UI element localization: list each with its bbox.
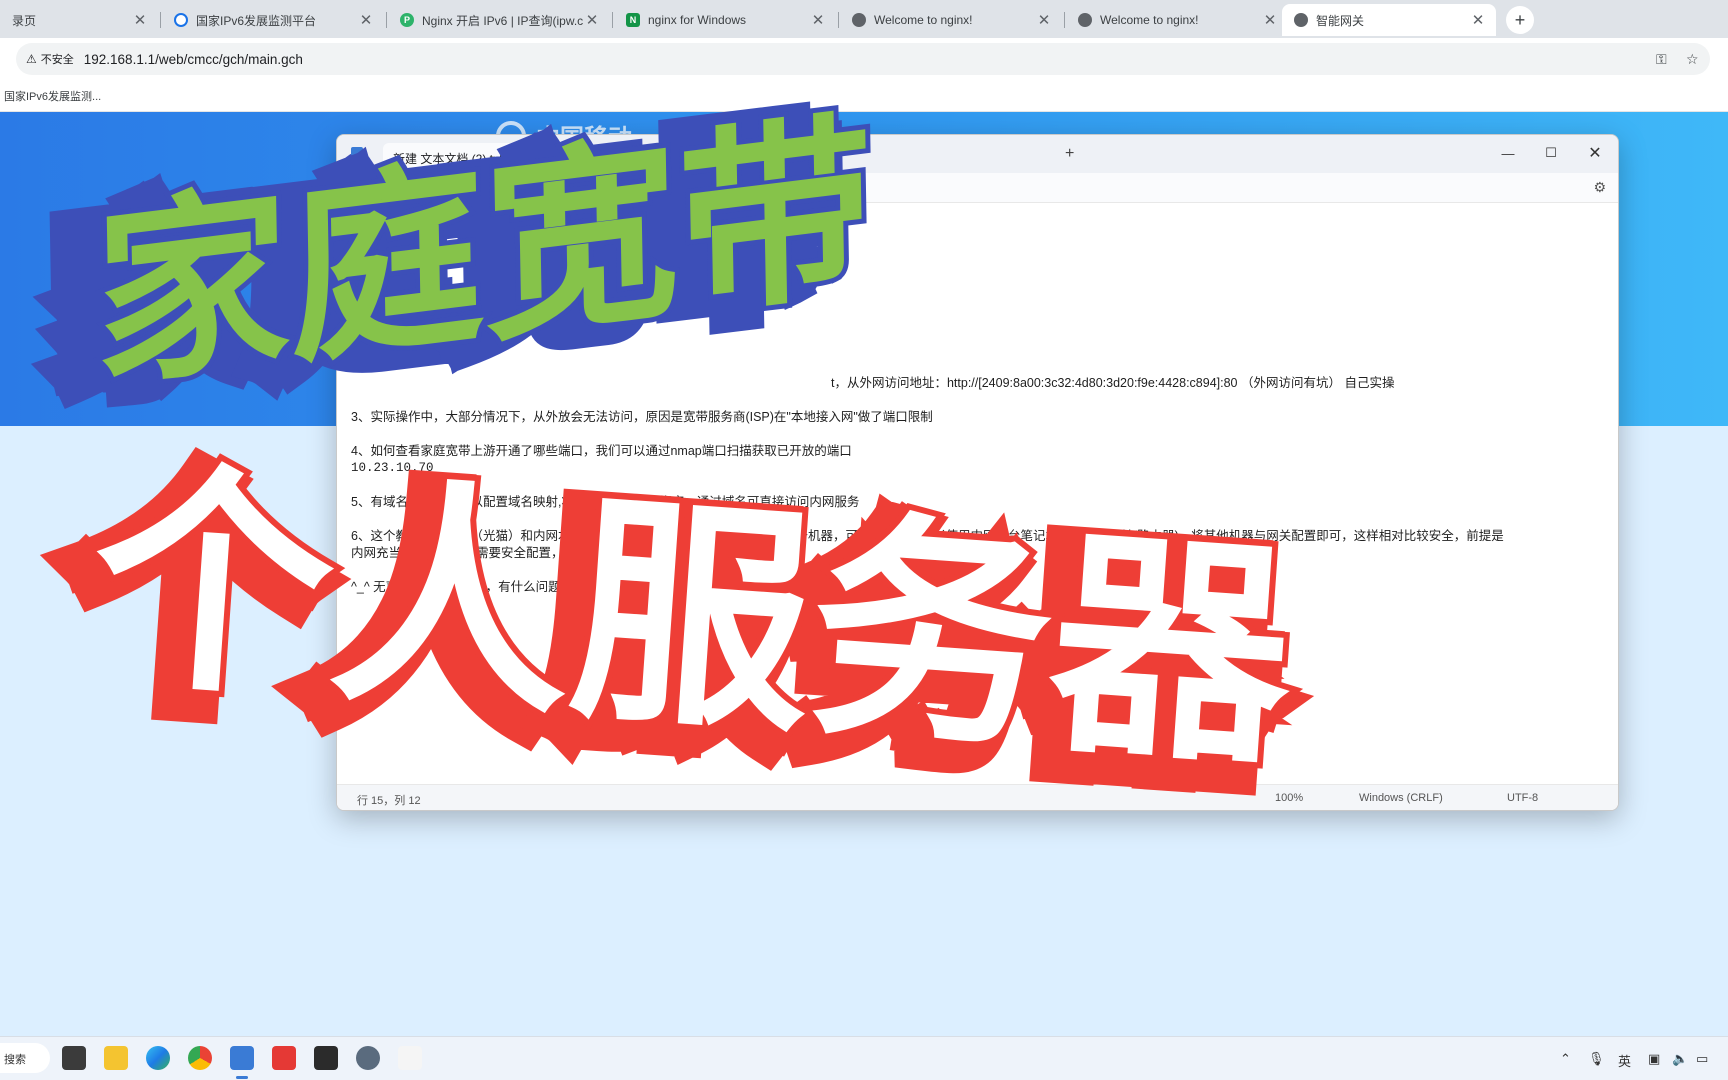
notepad-icon[interactable] — [230, 1046, 254, 1079]
tab-title: Welcome to nginx! — [874, 13, 973, 27]
browser-tab-7[interactable]: 智能网关 ✕ — [1282, 4, 1496, 36]
close-icon[interactable]: ✕ — [1262, 11, 1278, 29]
close-icon[interactable]: ✕ — [584, 11, 600, 29]
wps-icon[interactable] — [272, 1046, 296, 1070]
close-icon[interactable]: ✕ — [358, 11, 374, 29]
browser-tab-bar: 录页 ✕ 国家IPv6发展监测平台 ✕ P Nginx 开启 IPv6 | IP… — [0, 0, 1728, 38]
key-icon[interactable]: ⚿ — [1656, 51, 1667, 68]
browser-tab-5[interactable]: Welcome to nginx! ✕ — [840, 4, 1062, 36]
chevron-up-icon[interactable]: ⌃ — [1560, 1051, 1571, 1067]
nginx-icon: N — [626, 13, 640, 27]
tab-title: Nginx 开启 IPv6 | IP查询(ipw.c — [422, 13, 584, 28]
close-window-icon[interactable]: ✕ — [1575, 141, 1615, 165]
recorder-icon[interactable] — [398, 1046, 422, 1070]
omnibox[interactable]: ⚠ 不安全 192.168.1.1/web/cmcc/gch/main.gch … — [16, 43, 1710, 75]
bookmark-item[interactable]: 国家IPv6发展监测... — [4, 88, 101, 104]
security-chip[interactable]: ⚠ 不安全 — [26, 51, 84, 67]
warning-icon: ⚠ — [26, 52, 37, 66]
globe-icon — [1294, 13, 1308, 27]
cursor-position: 行 15，列 12 — [357, 795, 421, 807]
new-tab-button[interactable]: + — [1506, 6, 1534, 34]
task-view-icon[interactable] — [62, 1046, 86, 1070]
browser-tab-2[interactable]: 国家IPv6发展监测平台 ✕ — [162, 4, 384, 36]
minimize-icon[interactable]: — — [1488, 141, 1528, 165]
tab-title: 智能网关 — [1316, 13, 1365, 28]
file-explorer-icon[interactable] — [104, 1046, 128, 1070]
tab-title: 国家IPv6发展监测平台 — [196, 13, 317, 28]
terminal-icon[interactable] — [314, 1046, 338, 1070]
settings-icon[interactable] — [356, 1046, 380, 1070]
notepad-statusbar: 行 15，列 12 100% Windows (CRLF) UTF-8 — [337, 784, 1618, 810]
ime-indicator[interactable]: 英 — [1618, 1051, 1631, 1070]
network-icon[interactable]: ▣ — [1648, 1051, 1660, 1067]
star-icon[interactable]: ☆ — [1686, 51, 1699, 68]
maximize-icon[interactable]: ☐ — [1531, 141, 1571, 165]
close-icon[interactable]: ✕ — [132, 11, 148, 29]
ipw-icon: P — [400, 13, 414, 27]
browser-tab-4[interactable]: N nginx for Windows ✕ — [614, 4, 836, 36]
address-bar: ⚠ 不安全 192.168.1.1/web/cmcc/gch/main.gch … — [0, 38, 1728, 80]
close-icon[interactable]: ✕ — [810, 11, 826, 29]
editor-line: t，从外网访问地址：http://[2409:8a00:3c32:4d80:3d… — [831, 376, 1395, 390]
close-icon[interactable]: ✕ — [1470, 11, 1486, 29]
browser-tab-3[interactable]: P Nginx 开启 IPv6 | IP查询(ipw.c ✕ — [388, 4, 610, 36]
editor-line: 3、实际操作中，大部分情况下，从外放会无法访问，原因是宽带服务商(ISP)在"本… — [351, 410, 933, 424]
url-text[interactable]: 192.168.1.1/web/cmcc/gch/main.gch — [84, 52, 303, 67]
line-ending[interactable]: Windows (CRLF) — [1359, 792, 1443, 804]
battery-icon[interactable]: ▭ — [1696, 1051, 1708, 1067]
volume-icon[interactable]: 🔈 — [1672, 1051, 1688, 1067]
taskbar: 搜索 ⌃ 🎙 英 ▣ 🔈 ▭ — [0, 1036, 1728, 1080]
tab-title: Welcome to nginx! — [1100, 13, 1199, 27]
browser-tab-6[interactable]: Welcome to nginx! ✕ — [1066, 4, 1288, 36]
browser-tab-1[interactable]: 录页 ✕ — [0, 4, 158, 36]
taskbar-search[interactable]: 搜索 — [0, 1043, 50, 1073]
encoding[interactable]: UTF-8 — [1507, 792, 1538, 804]
chrome-icon[interactable] — [188, 1046, 212, 1070]
security-label: 不安全 — [40, 54, 74, 66]
microphone-icon[interactable]: 🎙 — [1588, 1051, 1605, 1067]
tab-title: 录页 — [12, 13, 37, 28]
edge-icon[interactable] — [146, 1046, 170, 1070]
notepad-new-tab-button[interactable]: + — [1065, 145, 1074, 163]
editor-line: 4、如何查看家庭宽带上游开通了哪些端口，我们可以通过nmap端口扫描获取已开放的… — [351, 444, 852, 458]
gear-icon[interactable]: ⚙ — [1593, 179, 1606, 196]
zoom-level[interactable]: 100% — [1275, 792, 1303, 804]
close-icon[interactable]: ✕ — [1036, 11, 1052, 29]
globe-icon — [1078, 13, 1092, 27]
tab-title: nginx for Windows — [648, 13, 747, 27]
globe-icon — [174, 13, 188, 27]
globe-icon — [852, 13, 866, 27]
